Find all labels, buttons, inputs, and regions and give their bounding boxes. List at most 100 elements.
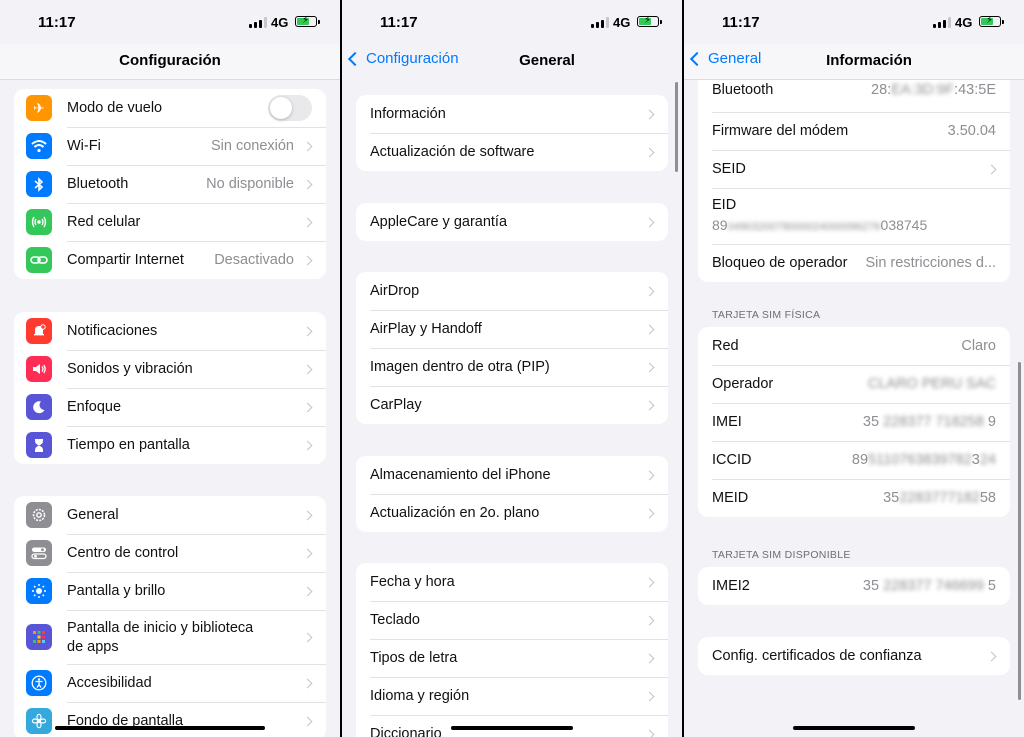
row-bluetooth[interactable]: Bluetooth No disponible: [14, 165, 326, 203]
imei2-prefix: 35: [862, 578, 880, 594]
notifications-icon: [26, 318, 52, 344]
row-carplay[interactable]: CarPlay: [356, 386, 668, 424]
row-sounds[interactable]: Sonidos y vibración: [14, 350, 326, 388]
chevron-right-icon: [644, 217, 655, 227]
battery-icon: ⚡: [979, 15, 1004, 27]
row-label: Config. certificados de confianza: [712, 648, 922, 664]
row-trust-certificates[interactable]: Config. certificados de confianza: [698, 637, 1010, 675]
device-info-group: Bluetooth 28:EA:3D:9F:43:5E Firmware del…: [698, 80, 1010, 282]
row-wallpaper[interactable]: Fondo de pantalla: [14, 702, 326, 737]
signal-icon: [249, 17, 267, 28]
storage-group: Almacenamiento del iPhone Actualización …: [356, 456, 668, 532]
row-airplay[interactable]: AirPlay y Handoff: [356, 310, 668, 348]
row-label: Red celular: [67, 214, 141, 230]
row-modem-firmware: Firmware del módem 3.50.04: [698, 112, 1010, 150]
chevron-right-icon: [644, 508, 655, 518]
row-label: Operador: [712, 376, 774, 392]
row-label: SEID: [712, 161, 746, 177]
page-title: General: [519, 52, 575, 69]
row-seid[interactable]: SEID: [698, 150, 1010, 188]
row-label: ICCID: [712, 452, 752, 468]
available-sim-group: IMEI2 35 228377 746699 5: [698, 567, 1010, 605]
settings-screen: 11:17 4G ⚡ Configuración ✈ Modo de vuelo…: [0, 0, 340, 737]
row-label: Accesibilidad: [67, 675, 152, 691]
row-label: Notificaciones: [67, 323, 158, 339]
network-value: Claro: [961, 338, 996, 354]
row-applecare[interactable]: AppleCare y garantía: [356, 203, 668, 241]
row-label: Imagen dentro de otra (PIP): [370, 359, 550, 375]
row-hotspot[interactable]: Compartir Internet Desactivado: [14, 241, 326, 279]
row-control-center[interactable]: Centro de control: [14, 534, 326, 572]
iccid-visible: 3: [971, 452, 980, 468]
chevron-right-icon: [986, 651, 997, 661]
chevron-right-icon: [644, 470, 655, 480]
row-label: Actualización en 2o. plano: [370, 505, 540, 521]
bluetooth-address-prefix: 28:: [871, 82, 892, 98]
navigation-bar: General Información: [684, 44, 1024, 80]
imei2-hidden: 228377 746699: [883, 578, 984, 594]
meid-prefix: 35: [883, 490, 900, 506]
row-information[interactable]: Información: [356, 95, 668, 133]
bluetooth-status: No disponible: [206, 176, 294, 192]
hotspot-icon: [26, 247, 52, 273]
row-cellular[interactable]: Red celular: [14, 203, 326, 241]
row-home-screen[interactable]: Pantalla de inicio y biblioteca de apps: [14, 610, 326, 664]
imei-value: 35 228377 718258 9: [863, 414, 996, 430]
connectivity-group: ✈ Modo de vuelo Wi-Fi Sin conexión Bluet…: [14, 89, 326, 279]
row-keyboard[interactable]: Teclado: [356, 601, 668, 639]
network-type: 4G: [271, 15, 289, 30]
row-label: Almacenamiento del iPhone: [370, 467, 551, 483]
row-display-brightness[interactable]: Pantalla y brillo: [14, 572, 326, 610]
row-carrier-lock: Bloqueo de operador Sin restricciones d.…: [698, 244, 1010, 282]
scrollbar[interactable]: [1018, 362, 1021, 700]
airplane-mode-toggle[interactable]: [268, 95, 312, 121]
row-focus[interactable]: Enfoque: [14, 388, 326, 426]
chevron-right-icon: [644, 109, 655, 119]
network-type: 4G: [613, 15, 631, 30]
physical-sim-group: Red Claro Operador CLARO PERU SAC IMEI 3…: [698, 327, 1010, 517]
row-software-update[interactable]: Actualización de software: [356, 133, 668, 171]
chevron-right-icon: [986, 164, 997, 174]
status-bar: 11:17 4G ⚡: [342, 0, 682, 44]
row-label: Centro de control: [67, 545, 179, 561]
row-eid: EID 890490320078000024000096276038745: [698, 188, 1010, 244]
home-indicator[interactable]: [451, 726, 573, 730]
row-airdrop[interactable]: AirDrop: [356, 272, 668, 310]
chevron-right-icon: [302, 678, 313, 688]
battery-icon: ⚡: [295, 15, 320, 27]
row-label: Tiempo en pantalla: [67, 437, 190, 453]
chevron-right-icon: [302, 402, 313, 412]
imei-prefix: 35: [862, 414, 880, 430]
row-airplane-mode: ✈ Modo de vuelo: [14, 89, 326, 127]
row-notifications[interactable]: Notificaciones: [14, 312, 326, 350]
meid-value: 35228377718258: [883, 490, 996, 506]
chevron-right-icon: [302, 586, 313, 596]
row-label: AppleCare y garantía: [370, 214, 508, 230]
row-fonts[interactable]: Tipos de letra: [356, 639, 668, 677]
applecare-group: AppleCare y garantía: [356, 203, 668, 241]
home-indicator[interactable]: [55, 726, 265, 730]
row-label: Actualización de software: [370, 144, 535, 160]
row-label: IMEI: [712, 414, 742, 430]
scrollbar[interactable]: [675, 82, 678, 172]
signal-icon: [933, 17, 951, 28]
row-language-region[interactable]: Idioma y región: [356, 677, 668, 715]
eid-hidden: 0490320078000024000096276: [727, 221, 881, 233]
row-wifi[interactable]: Wi-Fi Sin conexión: [14, 127, 326, 165]
row-date-time[interactable]: Fecha y hora: [356, 563, 668, 601]
row-bluetooth: Bluetooth 28:EA:3D:9F:43:5E: [698, 80, 1010, 102]
row-label: AirPlay y Handoff: [370, 321, 482, 337]
row-general[interactable]: General: [14, 496, 326, 534]
eid-value: 890490320078000024000096276038745: [712, 217, 927, 233]
row-label: MEID: [712, 490, 749, 506]
airdrop-group: AirDrop AirPlay y Handoff Imagen dentro …: [356, 272, 668, 424]
home-indicator[interactable]: [793, 726, 915, 730]
row-background-refresh[interactable]: Actualización en 2o. plano: [356, 494, 668, 532]
row-iphone-storage[interactable]: Almacenamiento del iPhone: [356, 456, 668, 494]
row-pip[interactable]: Imagen dentro de otra (PIP): [356, 348, 668, 386]
row-screen-time[interactable]: Tiempo en pantalla: [14, 426, 326, 464]
row-accessibility[interactable]: Accesibilidad: [14, 664, 326, 702]
chevron-left-icon: [347, 51, 363, 67]
row-label: Pantalla y brillo: [67, 583, 166, 599]
chevron-right-icon: [302, 548, 313, 558]
